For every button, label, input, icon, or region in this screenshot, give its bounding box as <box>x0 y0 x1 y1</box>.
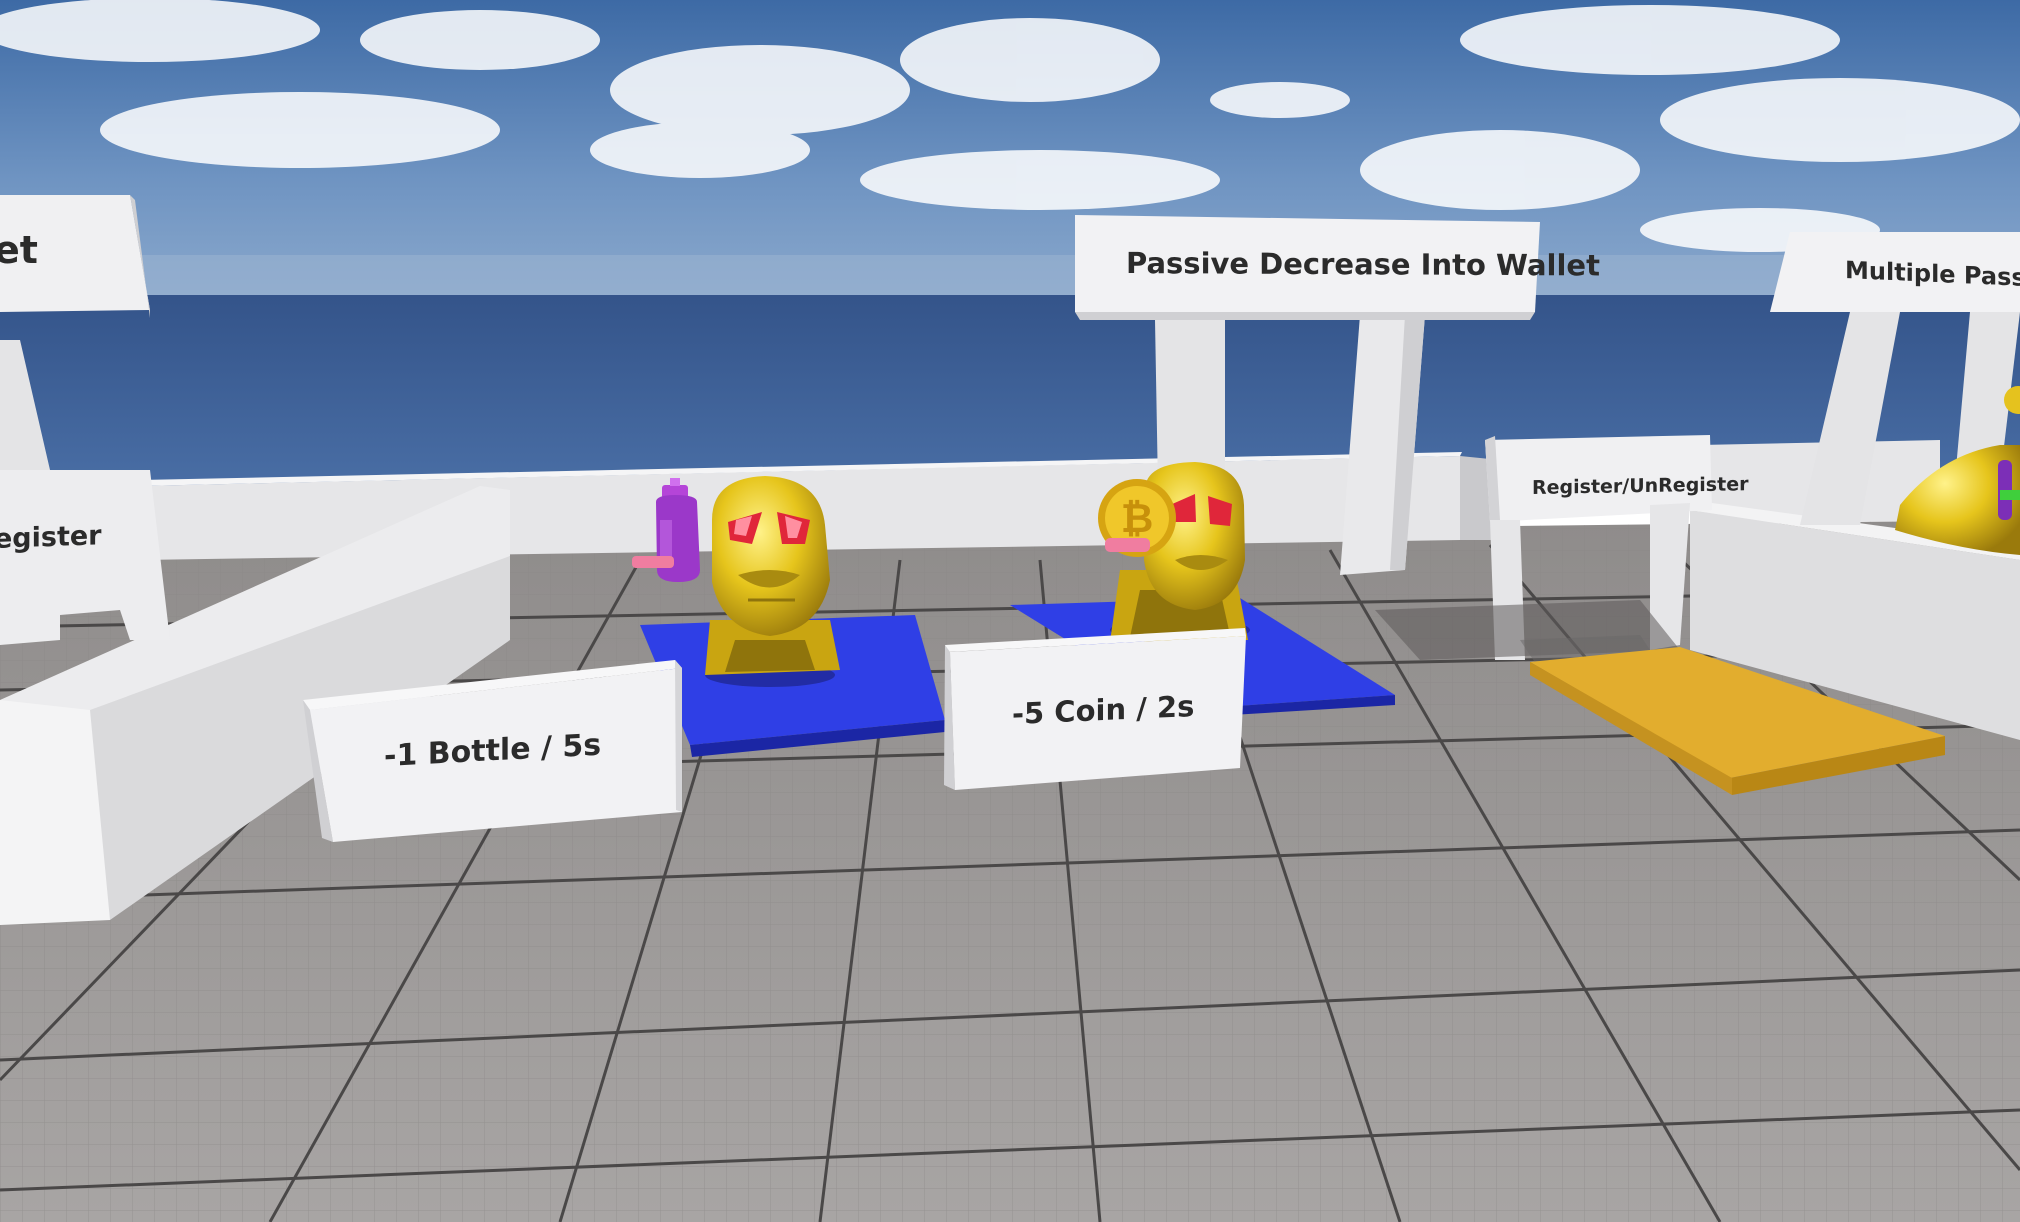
horizon-haze <box>0 255 2020 295</box>
game-viewport[interactable]: ₿ Passive Decrease Into Wallet Multiple … <box>0 0 2020 1222</box>
bitcoin-coin-icon: ₿ <box>1098 479 1176 557</box>
sign-left-title: et <box>0 228 38 272</box>
svg-text:₿: ₿ <box>1121 496 1154 542</box>
gold-head-statue-bottle[interactable] <box>705 476 840 687</box>
sign-register-unregister: Register/UnRegister <box>1532 473 1749 499</box>
world-render: ₿ <box>0 0 2020 1222</box>
sign-passive-decrease-title: Passive Decrease Into Wallet <box>1126 246 1600 283</box>
sign-left-register: egister <box>0 520 102 555</box>
